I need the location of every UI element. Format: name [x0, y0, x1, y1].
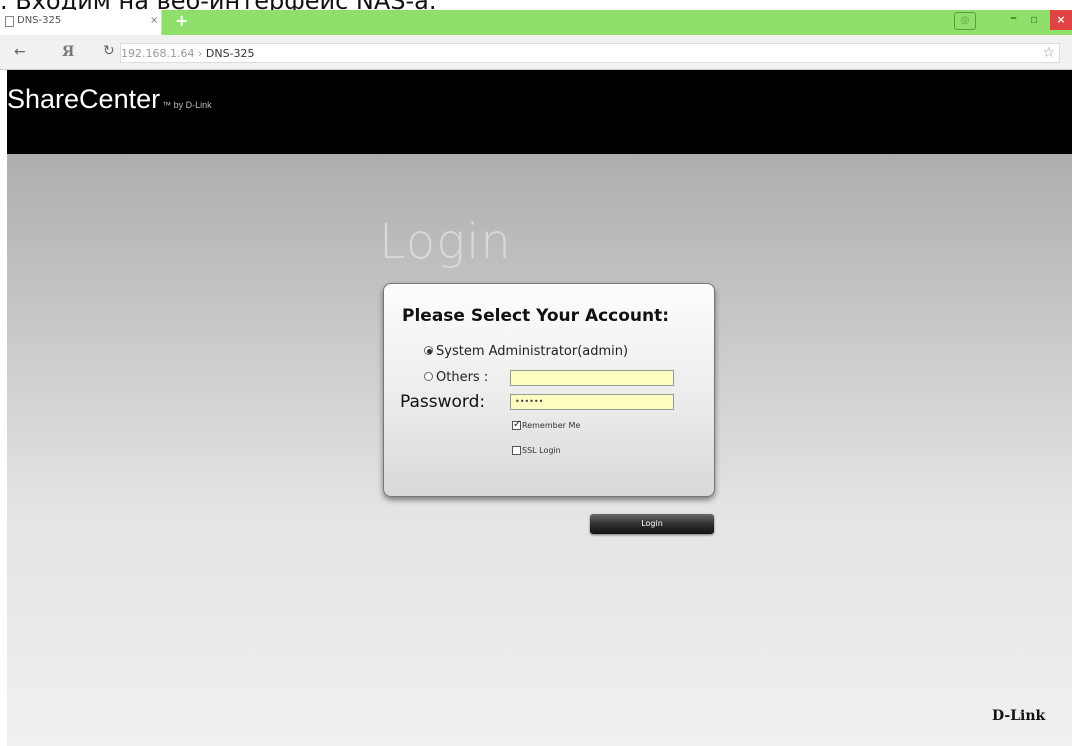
others-username-field[interactable]: [510, 370, 674, 386]
tab-close-icon[interactable]: ×: [150, 15, 158, 26]
ssl-login-checkbox[interactable]: [512, 446, 521, 455]
minimize-button[interactable]: –: [1010, 10, 1017, 26]
others-label: Others :: [436, 370, 489, 385]
dlink-logo: D-Link: [992, 708, 1046, 724]
password-value: ••••••: [515, 397, 544, 406]
new-tab-button[interactable]: +: [175, 11, 188, 30]
url-host: 192.168.1.64: [121, 47, 195, 60]
browser-tab-bar: DNS-325 × + ◎ – ▫ ×: [0, 10, 1072, 35]
remember-me-checkbox[interactable]: [512, 419, 521, 430]
yandex-logo-icon[interactable]: Я: [62, 44, 74, 60]
login-button[interactable]: Login: [590, 514, 714, 534]
url-separator: ›: [194, 47, 206, 60]
remember-me-label: Remember Me: [522, 421, 581, 430]
login-panel: Please Select Your Account: System Admin…: [383, 283, 715, 497]
admin-radio[interactable]: [424, 346, 433, 355]
admin-label: System Administrator(admin): [436, 344, 629, 359]
url-page: DNS-325: [205, 47, 255, 60]
remember-me-option[interactable]: Remember Me: [512, 419, 581, 430]
admin-option[interactable]: System Administrator(admin): [424, 344, 628, 359]
reload-icon[interactable]: ↻: [103, 43, 115, 59]
password-label: Password:: [400, 392, 486, 412]
others-option[interactable]: Others :: [424, 370, 488, 385]
page-icon: [5, 16, 14, 27]
account-select-title: Please Select Your Account:: [402, 306, 670, 326]
others-radio[interactable]: [424, 372, 433, 381]
tab-title: DNS-325: [17, 15, 62, 26]
login-heading: Login: [379, 214, 512, 270]
url-text: 192.168.1.64 › DNS-325: [121, 47, 255, 60]
sharecenter-logo: ShareCenter ™ by D-Link: [7, 84, 212, 115]
close-window-button[interactable]: ×: [1050, 10, 1072, 30]
brand-sub: ™ by D-Link: [162, 100, 212, 110]
ssl-login-option[interactable]: SSL Login: [512, 446, 561, 455]
bookmark-star-icon[interactable]: ☆: [1042, 45, 1055, 61]
maximize-button[interactable]: ▫: [1030, 12, 1038, 26]
password-field[interactable]: ••••••: [510, 394, 674, 410]
brand-name: ShareCenter: [7, 84, 161, 114]
login-page: Login Please Select Your Account: System…: [7, 154, 1072, 746]
ssl-login-label: SSL Login: [522, 446, 561, 455]
address-bar: ← Я ↻ 192.168.1.64 › DNS-325 ☆: [0, 35, 1072, 70]
back-icon[interactable]: ←: [14, 44, 26, 60]
url-input[interactable]: 192.168.1.64 › DNS-325 ☆: [120, 43, 1060, 63]
browser-tab[interactable]: DNS-325 ×: [0, 10, 162, 35]
app-header: ShareCenter ™ by D-Link: [7, 70, 1072, 154]
sync-icon[interactable]: ◎: [954, 12, 976, 30]
